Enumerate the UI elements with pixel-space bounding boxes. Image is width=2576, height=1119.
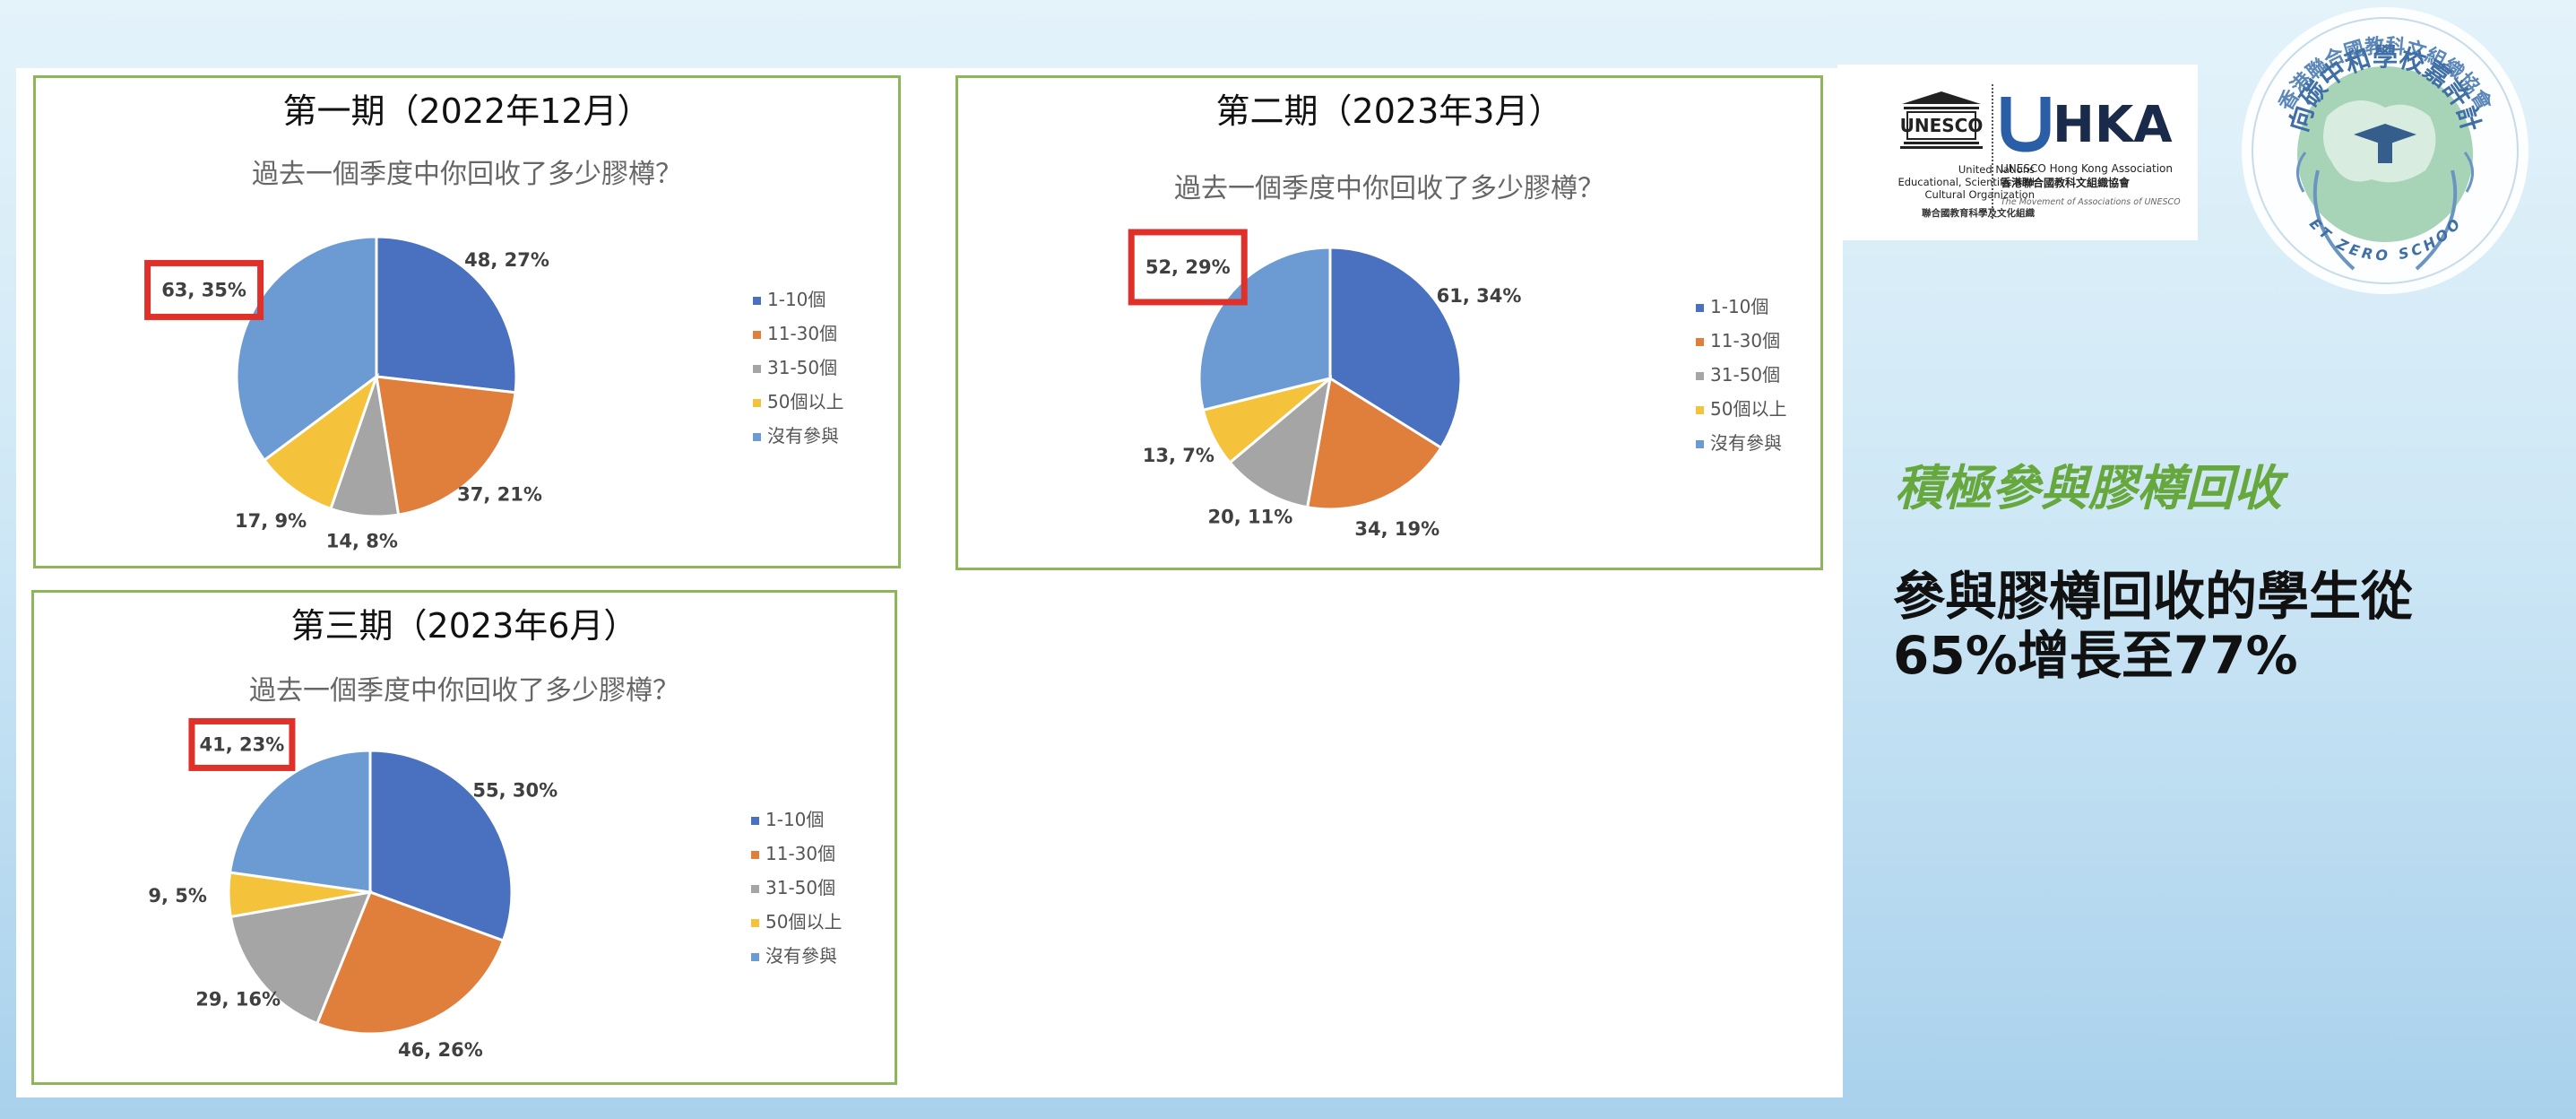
data-label: 20, 11% — [1208, 506, 1293, 527]
legend-entry: 11-30個 — [1710, 330, 1780, 351]
legend-entry: 11-30個 — [765, 843, 835, 864]
data-label: 37, 21% — [457, 484, 542, 506]
uhka-logo: HKA — [2001, 96, 2173, 154]
legend-entry: 沒有參與 — [767, 425, 839, 447]
data-label: 63, 35% — [161, 279, 246, 300]
data-label: 55, 30% — [472, 780, 558, 802]
data-label: 48, 27% — [464, 249, 549, 271]
legend-swatch — [751, 919, 759, 927]
legend-entry: 31-50個 — [1710, 364, 1780, 386]
data-label: 61, 34% — [1437, 285, 1522, 307]
legend-entry: 31-50個 — [765, 877, 835, 898]
side-description: 參與膠樽回收的學生從 65%增長至77% — [1893, 567, 2413, 685]
data-label: 34, 19% — [1354, 518, 1439, 540]
pie-slice — [228, 749, 372, 894]
pie-chart-svg: 48, 27% 37, 21% 14, 8% 17, 9% 63, 35% 1-10個 11… — [144, 235, 843, 551]
legend-swatch — [1696, 338, 1704, 346]
partner-logos: UNESCO United Nations Educational, Scien… — [1837, 65, 2198, 240]
data-label: 13, 7% — [1143, 445, 1215, 466]
legend-swatch — [751, 885, 759, 893]
legend-swatch — [751, 953, 759, 961]
data-label: 29, 16% — [195, 988, 281, 1010]
legend-entry: 50個以上 — [1710, 398, 1786, 420]
data-label: 52, 29% — [1145, 256, 1231, 278]
legend-swatch — [1696, 372, 1704, 380]
data-label: 17, 9% — [235, 510, 307, 532]
uhka-wordmark: HKA — [2053, 96, 2173, 154]
legend-swatch — [751, 851, 759, 859]
side-description-line-2: 65%增長至77% — [1893, 625, 2298, 686]
uhka-chinese-name: 香港聯合國教科文組織協會 — [2001, 177, 2131, 189]
side-description-line-1: 參與膠樽回收的學生從 — [1893, 566, 2414, 627]
legend-swatch — [753, 297, 761, 305]
legend-swatch — [753, 331, 761, 339]
legend-swatch — [751, 817, 759, 825]
pie-chart-svg: 55, 30% 46, 26% 29, 16% 9, 5% 41, 23% 1-10個 11… — [148, 717, 842, 1061]
pie-chart-svg: 61, 34% 34, 19% 20, 11% 13, 7% 52, 29% 1-10個 1… — [1128, 229, 1786, 540]
legend-entry: 50個以上 — [767, 391, 843, 412]
uhka-tagline: The Movement of Associations of UNESCO — [2001, 197, 2181, 207]
side-headline: 積極參與膠樽回收 — [1895, 460, 2282, 516]
pie-chart-panel-period-1: 第一期（2022年12月） 過去一個季度中你回收了多少膠樽？ 48, 27% 37… — [33, 75, 901, 568]
legend-swatch — [753, 365, 761, 373]
logo-divider — [1992, 84, 1995, 219]
legend-swatch — [1696, 304, 1704, 312]
data-label: 14, 8% — [326, 530, 398, 551]
unesco-wordmark: UNESCO — [1900, 115, 1983, 136]
legend-entry: 31-50個 — [767, 357, 837, 378]
legend-entry: 沒有參與 — [765, 945, 837, 967]
uhka-name: UNESCO Hong Kong Association 香港聯合國教科文組織協… — [2001, 161, 2181, 210]
unesco-temple-icon: UNESCO — [1900, 91, 1983, 149]
legend-entry: 沒有參與 — [1710, 432, 1782, 454]
legend-swatch — [753, 399, 761, 407]
legend-entry: 50個以上 — [765, 911, 842, 932]
legend-swatch — [753, 433, 761, 441]
pie-chart-panel-period-2: 第二期（2023年3月） 過去一個季度中你回收了多少膠樽？ 61, 34% 34,… — [955, 75, 1823, 570]
legend-entry: 1-10個 — [767, 289, 826, 310]
uhka-english-name: UNESCO Hong Kong Association — [2001, 162, 2173, 175]
legend-entry: 1-10個 — [765, 809, 824, 830]
data-label: 41, 23% — [200, 733, 285, 755]
legend-entry: 1-10個 — [1710, 296, 1768, 317]
legend-entry: 11-30個 — [767, 323, 837, 344]
data-label: 46, 26% — [398, 1039, 483, 1061]
legend-swatch — [1696, 440, 1704, 448]
legend-swatch — [1696, 406, 1704, 414]
pie-chart-panel-period-3: 第三期（2023年6月） 過去一個季度中你回收了多少膠樽？ 55, 30% 46,… — [31, 590, 897, 1085]
data-label: 9, 5% — [148, 885, 207, 906]
net-zero-school-badge-icon: 香港聯合國教科文組織協會 邁向碳中和學校嘉許計劃 NET ZERO SCHOOL — [2219, 0, 2528, 294]
